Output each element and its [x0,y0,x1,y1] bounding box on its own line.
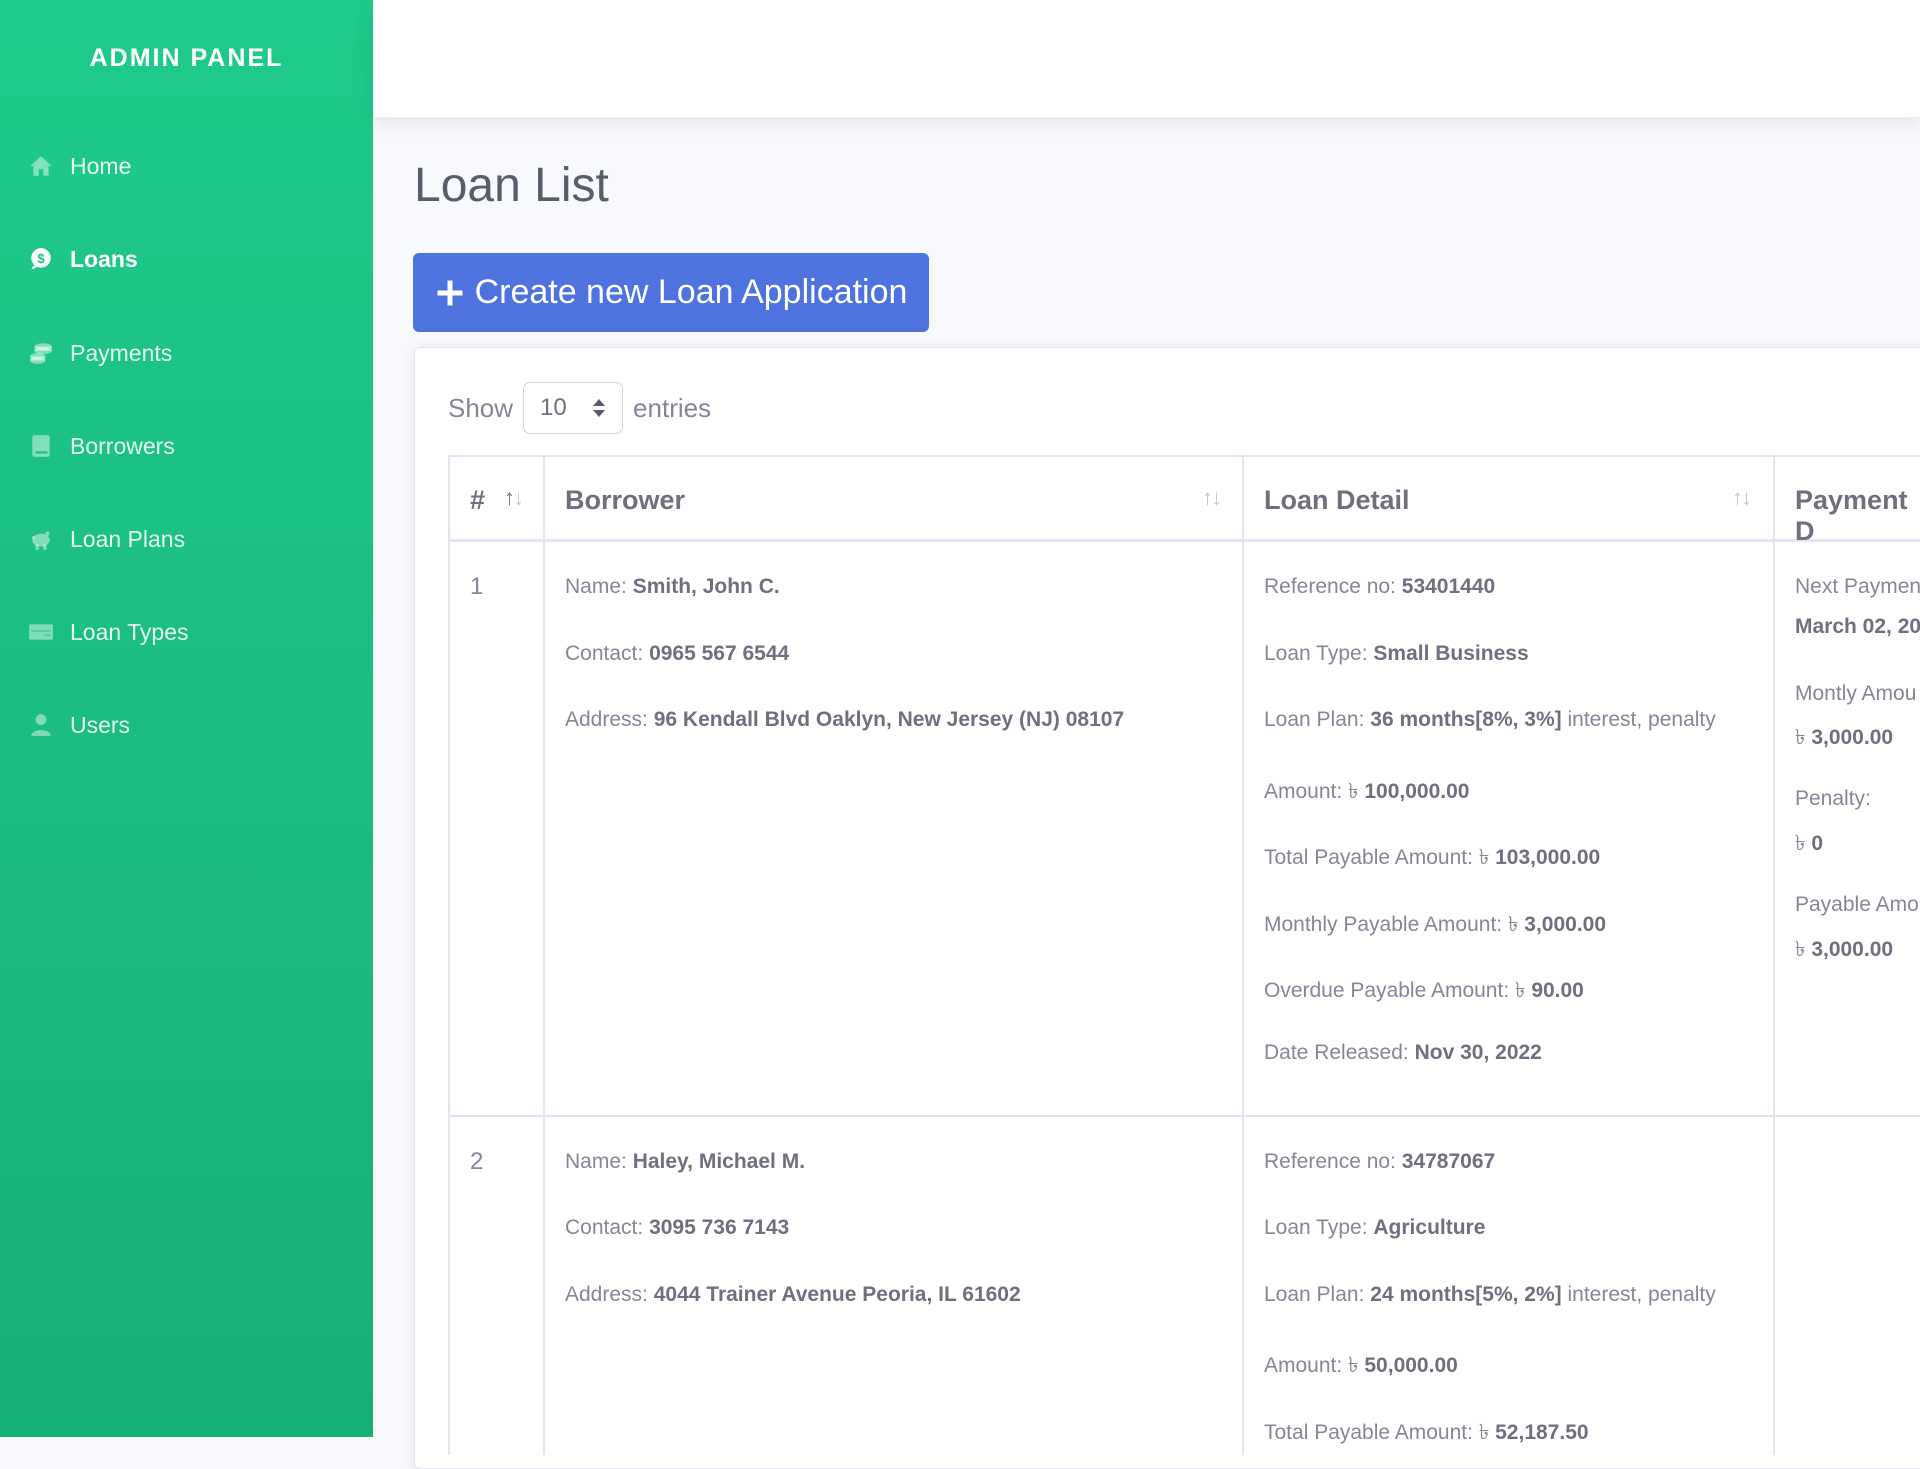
loan-plan: Loan Plan: 36 months[8%, 3%] interest, p… [1264,708,1716,731]
date-released: Date Released: Nov 30, 2022 [1264,1041,1542,1064]
loan-reference: Reference no: 53401440 [1264,575,1496,598]
loan-type: Loan Type: Small Business [1264,642,1529,665]
plus-icon [437,280,463,305]
overdue-payable: Overdue Payable Amount: ৳ 90.00 [1264,979,1584,1002]
borrower-contact: Contact: 0965 567 6544 [565,642,790,665]
book-icon [28,433,54,459]
entries-select-value: 10 [540,394,567,421]
monthly-amount: ৳ 3,000.00 [1795,726,1894,749]
entries-select[interactable]: 10 [523,382,624,434]
show-label: Show [448,392,514,423]
loan-amount: Amount: ৳ 50,000.00 [1264,1354,1458,1377]
loan-type: Loan Type: Agriculture [1264,1216,1486,1239]
sidebar-item-home[interactable]: Home [28,146,131,186]
monthly-amount-label: Montly Amou [1795,682,1917,705]
column-divider [1773,455,1775,1455]
payable-amount: ৳ 3,000.00 [1795,938,1894,961]
dollar-icon: $ [28,246,54,272]
header-loan-detail[interactable]: Loan Detail [1264,485,1410,516]
header-num[interactable]: # [470,485,485,516]
column-divider [448,455,450,1455]
entries-label: entries [633,392,712,423]
header-divider [448,539,1920,542]
next-payment-date: March 02, 20 [1795,615,1920,638]
sidebar-item-loan-types[interactable]: Loan Types [28,612,189,652]
sidebar-item-label: Payments [70,339,173,366]
loan-table: # ↑↓ Borrower ↑↓ Loan Detail ↑↓ Payment … [448,455,1920,1455]
payable-amount-label: Payable Amou [1795,893,1920,916]
entries-length-control: Show 10 entries [448,380,711,436]
column-divider [1242,455,1244,1455]
row-number: 1 [470,573,484,600]
total-payable: Total Payable Amount: ৳ 103,000.00 [1264,846,1601,869]
sidebar-item-label: Loan Plans [70,525,186,552]
table-border [448,455,1920,457]
borrower-name: Name: Haley, Michael M. [565,1150,806,1173]
next-payment-label: Next Payment [1795,575,1920,598]
sidebar-item-users[interactable]: Users [28,705,130,745]
sidebar-item-label: Home [70,152,132,179]
page-title: Loan List [414,159,609,212]
loan-plan: Loan Plan: 24 months[5%, 2%] interest, p… [1264,1283,1716,1306]
sort-arrows-icon[interactable]: ↑↓ [1202,485,1222,511]
sidebar-item-label: Users [70,711,131,738]
header-borrower[interactable]: Borrower [565,485,685,516]
penalty-amount: ৳ 0 [1795,832,1823,855]
home-icon [28,153,54,179]
monthly-payable: Monthly Payable Amount: ৳ 3,000.00 [1264,913,1607,936]
user-icon [28,712,54,738]
sidebar-item-loans[interactable]: $ Loans [28,239,138,279]
penalty-label: Penalty: [1795,787,1871,810]
row-divider [448,1115,1920,1117]
coins-icon [28,340,54,366]
topbar [373,0,1920,117]
loan-amount: Amount: ৳ 100,000.00 [1264,780,1470,803]
svg-text:$: $ [37,251,45,266]
sort-arrows-icon[interactable]: ↑↓ [1732,485,1752,511]
create-loan-button[interactable]: Create new Loan Application [413,253,929,332]
sidebar-item-borrowers[interactable]: Borrowers [28,426,175,466]
borrower-contact: Contact: 3095 736 7143 [565,1216,790,1239]
sidebar-item-label: Loans [70,245,138,272]
piggy-bank-icon [28,526,54,552]
header-payment-detail[interactable]: Payment D [1795,485,1920,547]
select-arrows-icon [593,399,606,417]
sidebar-item-loan-plans[interactable]: Loan Plans [28,519,185,559]
money-bill-icon [28,619,54,645]
column-divider [543,455,545,1455]
row-number: 2 [470,1148,484,1175]
borrower-address: Address: 96 Kendall Blvd Oaklyn, New Jer… [565,708,1125,731]
sidebar: ADMIN PANEL Home $ Loans Payments Borrow… [0,0,373,1437]
sidebar-item-label: Borrowers [70,432,175,459]
borrower-address: Address: 4044 Trainer Avenue Peoria, IL … [565,1283,1021,1306]
brand-title[interactable]: ADMIN PANEL [0,44,373,73]
total-payable: Total Payable Amount: ৳ 52,187.50 [1264,1421,1589,1444]
loan-reference: Reference no: 34787067 [1264,1150,1496,1173]
sort-arrows-icon[interactable]: ↑↓ [504,485,524,511]
sidebar-item-label: Loan Types [70,618,189,645]
create-loan-label: Create new Loan Application [474,273,908,311]
sidebar-item-payments[interactable]: Payments [28,333,172,373]
borrower-name: Name: Smith, John C. [565,575,780,598]
